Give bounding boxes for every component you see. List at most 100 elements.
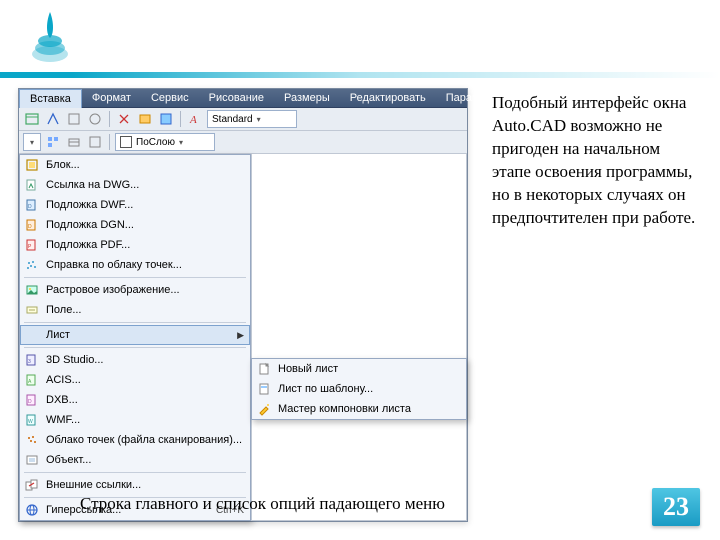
menu-item[interactable]: Размеры [274,89,340,107]
field-icon [24,302,40,318]
menu-item[interactable]: PПодложка PDF... [20,235,250,255]
toolbar-separator [180,111,181,127]
wmf-icon: W [24,412,40,428]
menu-item[interactable]: Блок... [20,155,250,175]
menu-item[interactable]: D DXB... [20,390,250,410]
block-icon [24,157,40,173]
newsheet-icon [256,361,272,377]
toolbar-icon[interactable] [65,133,83,151]
menu-item-label: ACIS... [46,374,244,386]
menu-item-label: 3D Studio... [46,354,244,366]
menu-separator [24,472,246,473]
menu-item[interactable]: Внешние ссылки... [20,475,250,495]
menubar: ВставкаФорматСервисРисованиеРазмерыРедак… [19,89,467,108]
dropdown-arrow-icon: ▾ [179,138,183,147]
dwf-icon: D [24,197,40,213]
menu-item[interactable]: Сервис [141,89,199,107]
menu-item[interactable]: D Подложка DWF... [20,195,250,215]
menu-item[interactable]: Облако точек (файла сканирования)... [20,430,250,450]
toolbar-icon[interactable] [157,110,175,128]
menu-item-label: DXB... [46,394,244,406]
submenu-item[interactable]: Лист по шаблону... [252,379,466,399]
tmpl-icon [256,381,272,397]
layer-combo[interactable]: ПоСлою ▾ [115,133,215,151]
menu-item-label: Подложка DWF... [46,199,244,211]
autocad-window: ВставкаФорматСервисРисованиеРазмерыРедак… [18,88,468,522]
toolbar-icon[interactable] [86,110,104,128]
menu-item-label: Ссылка на DWG... [46,179,244,191]
toolbar-icon[interactable] [136,110,154,128]
ole-icon [24,452,40,468]
menu-separator [24,277,246,278]
submenu-item-label: Новый лист [278,363,460,375]
submenu-item[interactable]: Новый лист [252,359,466,379]
toolbar-row-1: A Standard ▾ [19,108,467,131]
svg-text:D: D [28,399,32,405]
color-swatch [120,136,132,148]
menu-item[interactable]: Рисование [199,89,274,107]
submenu-item[interactable]: Мастер компоновки листа [252,399,466,419]
description-text: Подобный интерфейс окна Auto.CAD возможн… [492,92,702,230]
menu-item-label: Поле... [46,304,244,316]
svg-text:A: A [189,114,197,126]
small-combo[interactable]: ▾ [23,133,41,151]
dropdown-arrow-icon: ▾ [30,138,34,147]
svg-text:3: 3 [28,359,31,365]
submenu-arrow-icon: ▶ [237,330,244,341]
menu-item[interactable]: D Подложка DGN... [20,215,250,235]
pcloud-icon [24,257,40,273]
slide-header [0,0,720,78]
menu-item-label: Лист [46,329,231,341]
menu-item[interactable]: 3 3D Studio... [20,350,250,370]
menu-item[interactable]: Поле... [20,300,250,320]
pcloudf-icon [24,432,40,448]
menu-item[interactable]: Вставка [19,89,82,108]
menu-item[interactable]: Справка по облаку точек... [20,255,250,275]
toolbar-row-2: ▾ ПоСлою ▾ [19,131,467,154]
menu-item[interactable]: Объект... [20,450,250,470]
menu-item-label: Подложка DGN... [46,219,244,231]
insert-dropdown-menu: Блок...Ссылка на DWG...DПодложка DWF...D… [19,154,251,521]
layer-combo-value: ПоСлою [136,137,175,148]
toolbar-icon[interactable] [23,110,41,128]
text-style-icon[interactable]: A [186,110,204,128]
submenu-item-label: Лист по шаблону... [278,383,460,395]
3ds-icon: 3 [24,352,40,368]
menu-item-label: Подложка PDF... [46,239,244,251]
dropdown-arrow-icon: ▾ [257,115,261,124]
menu-item[interactable]: W WMF... [20,410,250,430]
menu-item[interactable]: Формат [82,89,141,107]
menu-item[interactable]: A ACIS... [20,370,250,390]
toolbar-icon[interactable] [65,110,83,128]
menu-separator [24,322,246,323]
figure-caption: Строка главного и список опций падающего… [80,494,445,514]
workarea: Блок...Ссылка на DWG...DПодложка DWF...D… [19,154,467,521]
sheet-submenu: Новый лист Лист по шаблону... Мастер компо… [251,358,467,420]
svg-text:W: W [28,419,33,425]
acis-icon: A [24,372,40,388]
submenu-item-label: Мастер компоновки листа [278,403,460,415]
menu-item[interactable]: Лист ▶ [20,325,250,345]
menu-item-label: Объект... [46,454,244,466]
toolbar-icon[interactable] [115,110,133,128]
menu-item[interactable]: Растровое изображение... [20,280,250,300]
toolbar-separator [109,111,110,127]
style-combo-value: Standard [212,114,253,125]
menu-item[interactable]: Редактировать [340,89,436,107]
wizard-icon [256,401,272,417]
toolbar-icon[interactable] [44,133,62,151]
drawing-canvas[interactable] [251,154,467,521]
toolbar-separator [109,134,110,150]
toolbar-icon[interactable] [86,133,104,151]
raster-icon [24,282,40,298]
hyper-icon [24,502,40,518]
style-combo[interactable]: Standard ▾ [207,110,297,128]
xref-icon [24,477,40,493]
svg-text:D: D [28,204,32,210]
dwg-icon [24,177,40,193]
menu-item-label: WMF... [46,414,244,426]
svg-text:D: D [28,224,32,230]
toolbar-icon[interactable] [44,110,62,128]
menu-item-label: Растровое изображение... [46,284,244,296]
menu-item[interactable]: Ссылка на DWG... [20,175,250,195]
